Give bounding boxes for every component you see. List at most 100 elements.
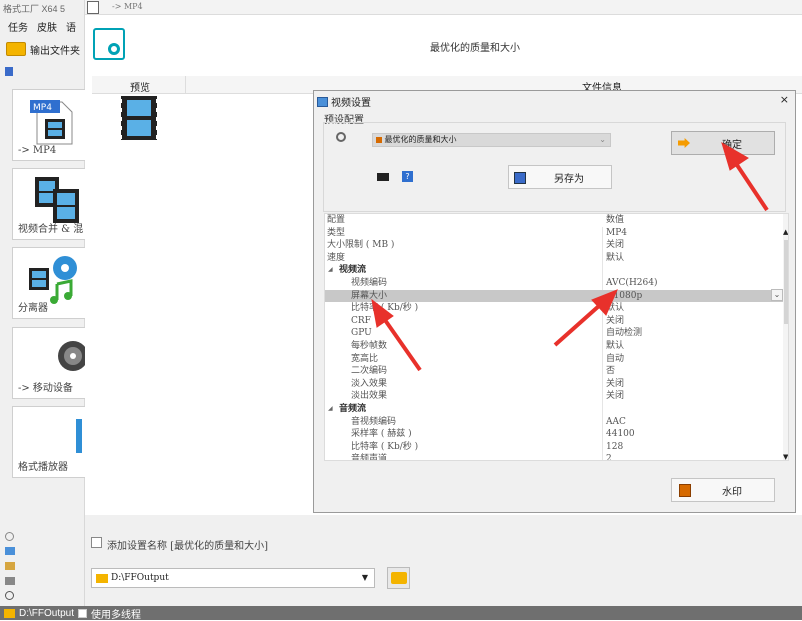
- setting-key: CRF: [351, 315, 371, 326]
- setting-key: 淡入效果: [351, 378, 388, 389]
- scroll-down-icon[interactable]: ▼: [783, 453, 788, 460]
- grid-header: 配置 数值: [325, 214, 783, 227]
- tile-mobile-device[interactable]: -> 移动设备: [12, 327, 85, 399]
- collapse-icon[interactable]: ◢: [328, 264, 333, 277]
- status-path[interactable]: D:\FFOutput: [19, 608, 74, 619]
- setting-row[interactable]: 淡入效果 关闭: [325, 378, 783, 391]
- collapse-icon[interactable]: ◢: [328, 403, 333, 416]
- tile-label: 分离器: [18, 303, 48, 314]
- dialog-titlebar: 视频设置: [317, 94, 371, 109]
- menu-task[interactable]: 任务: [8, 23, 28, 34]
- status-bar: D:\FFOutput 使用多线程: [0, 606, 802, 621]
- keyboard-icon[interactable]: [377, 173, 389, 181]
- group-row[interactable]: ◢ 视频流: [325, 264, 783, 277]
- output-path-value: D:\FFOutput: [111, 573, 169, 583]
- setting-row[interactable]: 每秒帧数 默认: [325, 340, 783, 353]
- scroll-up-icon[interactable]: ▲: [783, 228, 788, 236]
- tile-label: -> 移动设备: [18, 383, 73, 394]
- setting-row[interactable]: 比特率 ( Kb/秒 ) 默认: [325, 302, 783, 315]
- setting-key: 音视频编码: [351, 416, 397, 427]
- arrow-right-icon: [678, 138, 690, 148]
- setting-value: 关闭: [606, 240, 625, 251]
- splitter-icon: [29, 256, 77, 304]
- tile-to-mp4[interactable]: MP4 -> MP4: [12, 89, 85, 161]
- list-icon[interactable]: [5, 67, 13, 76]
- help-icon[interactable]: ?: [402, 171, 413, 182]
- ok-button[interactable]: 确定: [671, 131, 775, 155]
- setting-value: MP4: [606, 227, 627, 238]
- setting-value: 2: [606, 454, 612, 461]
- preset-icon: [376, 137, 382, 143]
- setting-value: 128: [606, 441, 624, 452]
- app-title: 格式工厂 X64 5: [3, 4, 66, 14]
- setting-row[interactable]: 比特率 ( Kb/秒 ) 128: [325, 441, 783, 454]
- setting-key: 宽高比: [351, 353, 379, 364]
- setting-row[interactable]: 速度 默认: [325, 252, 783, 265]
- setting-value: 关闭: [606, 391, 625, 402]
- chevron-down-icon: ▼: [361, 573, 368, 582]
- file-icon: [87, 1, 99, 14]
- group-row[interactable]: ◢ 音频流: [325, 403, 783, 416]
- folder-icon: [6, 42, 26, 56]
- add-setting-checkbox[interactable]: [91, 537, 102, 548]
- setting-row[interactable]: 音视频编码 AAC: [325, 416, 783, 429]
- watermark-button[interactable]: 水印: [671, 478, 775, 502]
- image-icon[interactable]: [5, 547, 15, 555]
- folder-icon: [391, 572, 407, 584]
- setting-value: AVC(H264): [606, 278, 658, 288]
- setting-row[interactable]: 视频编码 AVC(H264): [325, 277, 783, 290]
- preset-select[interactable]: 最优化的质量和大小 ⌄: [372, 133, 611, 147]
- scroll-thumb[interactable]: [784, 240, 788, 324]
- setting-row[interactable]: 类型 MP4: [325, 227, 783, 240]
- watermark-icon: [679, 484, 691, 497]
- svg-text:MP4: MP4: [33, 103, 52, 113]
- setting-row[interactable]: 大小限制 ( MB ) 关闭: [325, 239, 783, 252]
- setting-key: 音频声道: [351, 454, 388, 461]
- help-icon[interactable]: [5, 532, 14, 541]
- edit-icon[interactable]: [5, 562, 15, 570]
- tile-label: 格式播放器: [18, 462, 68, 473]
- chevron-down-icon[interactable]: ⌄: [771, 288, 783, 301]
- wrench-icon[interactable]: [336, 132, 346, 142]
- setting-row[interactable]: 淡出效果 关闭: [325, 390, 783, 403]
- multithread-checkbox[interactable]: [78, 608, 88, 618]
- setting-value: AAC: [606, 416, 626, 427]
- output-folder-button[interactable]: 输出文件夹: [6, 40, 85, 58]
- preset-value: 最优化的质量和大小: [384, 135, 457, 144]
- tile-splitter[interactable]: 分离器: [12, 247, 85, 319]
- browse-folder-button[interactable]: [387, 567, 410, 589]
- menu-language[interactable]: 语: [66, 23, 76, 34]
- setting-row[interactable]: 音频声道 2: [325, 453, 783, 461]
- menu-skin[interactable]: 皮肤: [37, 23, 57, 34]
- settings-grid: 配置 数值 类型 MP4 大小限制 ( MB ) 关闭 速度 默认 ◢ 视频流 视频编码 AVC(H2…: [324, 213, 789, 461]
- output-path-select[interactable]: D:\FFOutput ▼: [91, 568, 375, 588]
- breadcrumb: -> MP4: [112, 2, 143, 11]
- col-preview: 预览: [130, 83, 150, 94]
- setting-row[interactable]: CRF 关闭: [325, 315, 783, 328]
- video-file-icon[interactable]: [119, 96, 159, 140]
- setting-value: 默认: [606, 252, 625, 263]
- setting-key: 二次编码: [351, 366, 388, 377]
- setting-row[interactable]: 屏幕大小 <1080p ⌄: [325, 288, 783, 303]
- setting-key: 每秒帧数: [351, 341, 388, 351]
- setting-value: 默认: [606, 341, 625, 351]
- setting-key: GPU: [351, 328, 372, 339]
- save-as-button[interactable]: 另存为: [508, 165, 612, 189]
- setting-value: 关闭: [606, 378, 625, 389]
- tile-player[interactable]: 格式播放器: [12, 406, 85, 478]
- bottom-panel: 添加设置名称 [最优化的质量和大小] D:\FFOutput ▼: [85, 515, 802, 606]
- save-icon: [514, 172, 526, 184]
- close-button[interactable]: ×: [780, 93, 789, 106]
- setting-row[interactable]: GPU 自动检测: [325, 327, 783, 340]
- settings-icon[interactable]: [5, 591, 14, 600]
- setting-row[interactable]: 采样率 ( 赫兹 ) 44100: [325, 428, 783, 441]
- setting-key: 屏幕大小: [351, 290, 388, 301]
- gear-file-icon[interactable]: [93, 28, 125, 60]
- folder-icon: [96, 574, 108, 583]
- save-as-label: 另存为: [554, 173, 584, 185]
- document-icon[interactable]: [5, 577, 15, 585]
- setting-row[interactable]: 二次编码 否: [325, 365, 783, 378]
- setting-row[interactable]: 宽高比 自动: [325, 353, 783, 366]
- scrollbar[interactable]: ▲ ▼: [783, 214, 788, 460]
- tile-video-merge[interactable]: 视频合并 & 混: [12, 168, 85, 240]
